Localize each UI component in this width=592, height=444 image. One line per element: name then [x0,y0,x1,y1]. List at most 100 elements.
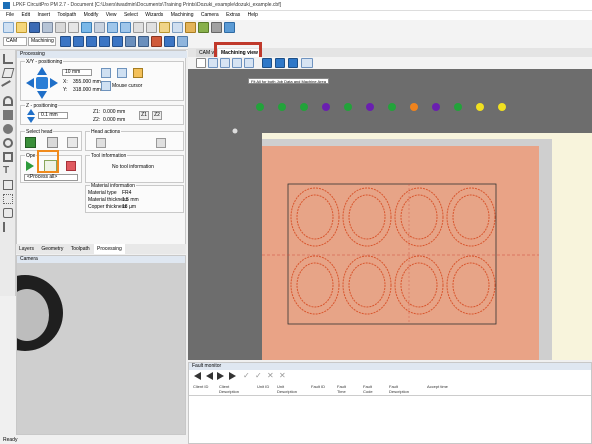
start-icon[interactable] [26,161,34,171]
center-home-icon[interactable] [36,77,48,89]
menu-machining[interactable]: Machining [171,11,194,20]
xy-step-select[interactable]: 10 mm [62,69,92,76]
select-icon[interactable] [3,54,13,64]
milling-head-icon[interactable] [25,137,36,148]
circle-icon[interactable] [3,124,13,134]
stop-icon[interactable] [66,161,76,171]
copy-icon[interactable] [146,22,157,33]
save-icon[interactable] [29,22,40,33]
move-head-icon[interactable] [275,58,285,68]
head-down-icon[interactable] [96,138,106,148]
zoom-out-icon[interactable] [86,36,97,47]
menu-edit[interactable]: Edit [21,11,30,20]
accept-all-icon[interactable]: ✓ [255,372,263,380]
contour-icon[interactable] [3,222,13,232]
last-icon[interactable] [229,372,237,380]
barcode-icon[interactable] [3,208,13,218]
paste-icon[interactable] [159,22,170,33]
clear-icon[interactable]: ✕ [267,372,275,380]
undo-icon[interactable] [107,22,118,33]
fit-machine-icon[interactable] [232,58,242,68]
properties-icon[interactable] [172,22,183,33]
pointer-icon[interactable] [196,58,206,68]
menu-camera[interactable]: Camera [201,11,219,20]
head-up-icon[interactable] [156,138,166,148]
fit-icon[interactable] [60,36,71,47]
machining-combo[interactable]: Machining [28,37,56,46]
arrow-left-icon[interactable] [26,78,34,88]
layers-icon[interactable] [185,22,196,33]
menu-view[interactable]: View [106,11,117,20]
machining-canvas[interactable] [188,69,592,360]
toolpath-icon[interactable] [198,22,209,33]
cut-icon[interactable] [133,22,144,33]
polygon-icon[interactable] [1,68,15,78]
zoom-view-icon[interactable] [244,58,254,68]
zoom-in-icon[interactable] [73,36,84,47]
fit-job-icon[interactable] [220,58,230,68]
next-icon[interactable] [217,372,225,380]
menu-file[interactable]: File [6,11,14,20]
menu-modify[interactable]: Modify [84,11,99,20]
pad-icon[interactable] [3,152,13,162]
open-folder-icon[interactable] [16,22,27,33]
zoom-window-icon[interactable] [99,36,110,47]
z-up-icon[interactable] [27,109,35,115]
save-all-icon[interactable] [42,22,53,33]
tab-layers[interactable]: Layers [16,244,37,254]
first-icon[interactable] [193,372,201,380]
menu-toolpath[interactable]: Toolpath [57,11,76,20]
arrow-right-icon[interactable] [50,78,58,88]
tab-toolpath[interactable]: Toolpath [68,244,93,254]
home-icon[interactable] [101,68,111,78]
measure-icon[interactable] [151,36,162,47]
process-select[interactable]: <Process all> [24,174,78,181]
text-icon[interactable]: T [3,166,13,176]
view-options-icon[interactable] [301,58,313,68]
menu-help[interactable]: Help [248,11,258,20]
mouse-cursor-icon[interactable] [101,81,111,91]
dimension-icon[interactable] [3,180,13,190]
place-job-icon[interactable] [288,58,298,68]
z1-button[interactable]: Z1 [139,111,149,120]
new-file-icon[interactable] [3,22,14,33]
options-icon[interactable] [211,22,222,33]
tool-change-icon[interactable] [133,68,143,78]
clear-all-icon[interactable]: ✕ [279,372,287,380]
export-icon[interactable] [94,22,105,33]
tab-geometry[interactable]: Geometry [38,244,66,254]
dispenser-head-icon[interactable] [67,137,78,148]
menu-select[interactable]: Select [124,11,138,20]
menu-insert[interactable]: Insert [37,11,50,20]
fiducial-icon[interactable] [3,194,13,204]
import-icon[interactable] [81,22,92,33]
menu-wizards[interactable]: Wizards [145,11,163,20]
z2-button[interactable]: Z2 [152,111,162,120]
prev-icon[interactable] [205,372,213,380]
view-3d-icon[interactable] [164,36,175,47]
snap-icon[interactable] [138,36,149,47]
grid-icon[interactable] [125,36,136,47]
print-icon[interactable] [55,22,66,33]
cam-combo[interactable]: CAM [3,37,27,46]
rectangle-icon[interactable] [3,110,13,120]
refresh-icon[interactable] [177,36,188,47]
camera-view-icon[interactable] [262,58,272,68]
fit-all-icon[interactable] [208,58,218,68]
z-down-icon[interactable] [27,117,35,123]
arc-icon[interactable] [3,96,13,106]
tab-processing[interactable]: Processing [94,244,125,254]
camera-head-icon[interactable] [47,137,58,148]
park-icon[interactable] [117,68,127,78]
accept-icon[interactable]: ✓ [243,372,251,380]
z-step-select[interactable]: 0.1 mm [38,112,68,119]
pan-icon[interactable] [112,36,123,47]
machine-icon[interactable] [224,22,235,33]
menu-extras[interactable]: Extras [226,11,240,20]
redo-icon[interactable] [120,22,131,33]
arrow-down-icon[interactable] [37,91,47,99]
ring-icon[interactable] [3,138,13,148]
arrow-up-icon[interactable] [37,67,47,75]
line-icon[interactable] [1,80,15,94]
print-preview-icon[interactable] [68,22,79,33]
